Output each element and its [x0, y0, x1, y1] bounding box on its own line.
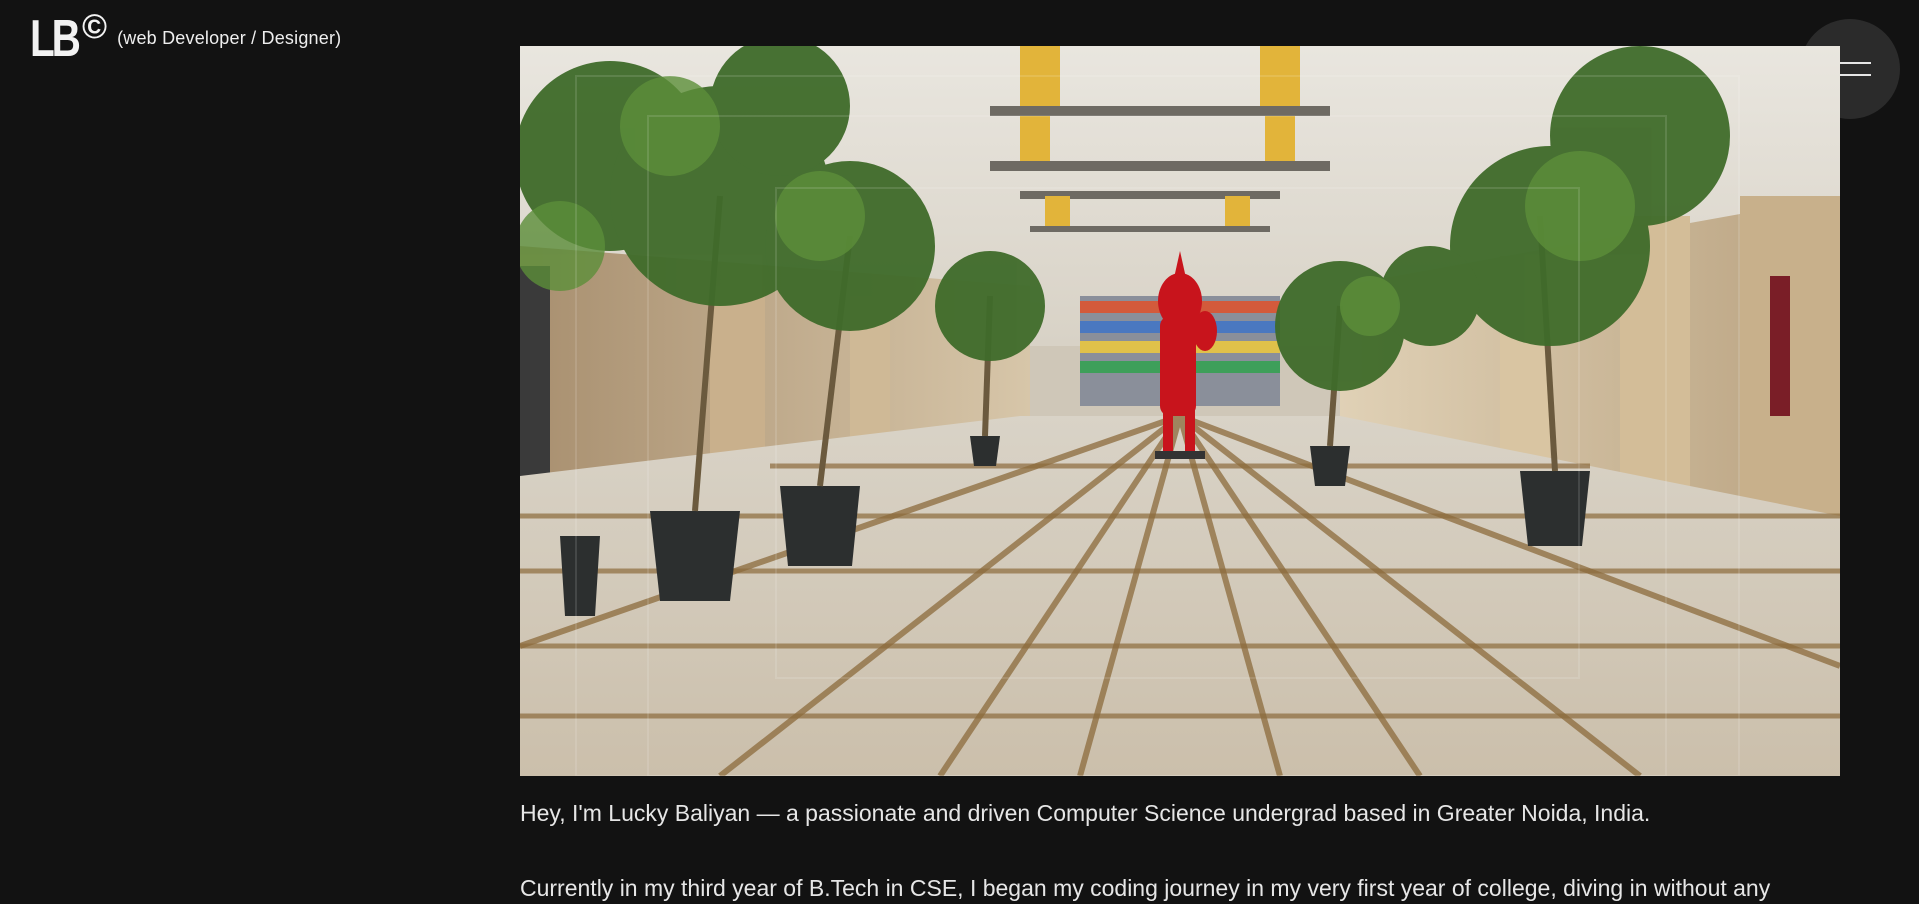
intro-paragraph: Hey, I'm Lucky Baliyan — a passionate an… — [520, 800, 1651, 826]
logo-text: LB — [30, 10, 81, 68]
brand: LB © (web Developer / Designer) — [30, 10, 342, 68]
hero-image — [520, 46, 1840, 776]
copyright-icon: © — [82, 8, 108, 46]
page: LB © (web Developer / Designer) Hey, I'm… — [0, 0, 1919, 904]
journey-paragraph: Currently in my third year of B.Tech in … — [520, 875, 1771, 901]
role-label: (web Developer / Designer) — [117, 28, 342, 48]
logo-link[interactable]: LB © — [30, 10, 107, 68]
hallway-photo-icon — [520, 46, 1840, 776]
